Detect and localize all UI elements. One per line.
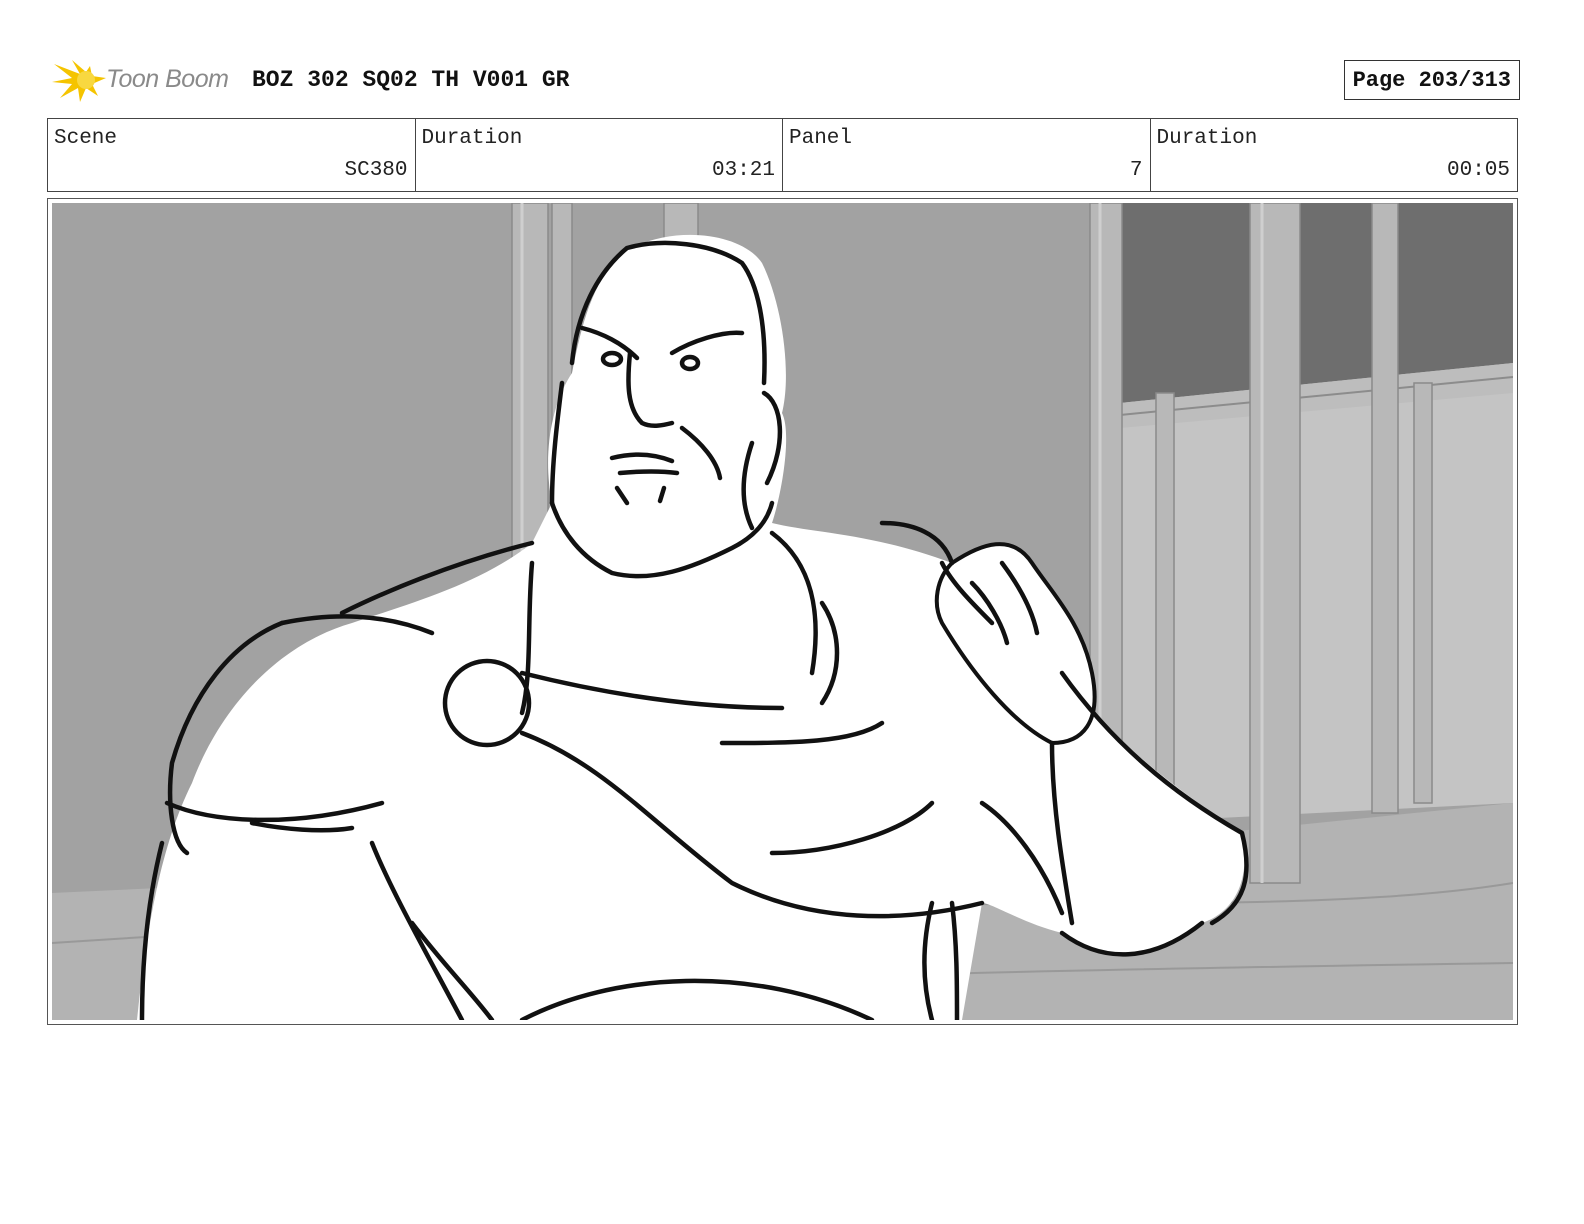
panel-duration-label: Duration: [1156, 127, 1258, 150]
scene-duration-value: 03:21: [711, 159, 775, 182]
scene-label: Scene: [54, 127, 118, 150]
panel-duration-cell: Duration 00:05: [1151, 119, 1518, 191]
scene-value: SC380: [344, 159, 408, 182]
storyboard-sketch: [52, 203, 1513, 1020]
scene-duration-label: Duration: [421, 127, 523, 150]
balcony-wall: [1120, 363, 1513, 823]
toon-boom-logo: Toon Boom: [50, 56, 246, 106]
panel-label: Panel: [789, 127, 853, 150]
starburst-icon: [52, 60, 106, 102]
page-header: Toon Boom BOZ 302 SQ02 TH V001 GR Page 2…: [48, 52, 1520, 108]
page-indicator: Page 203/313: [1343, 60, 1520, 100]
panel-duration-value: 00:05: [1446, 159, 1510, 182]
storyboard-frame: [52, 203, 1513, 1020]
scene-cell: Scene SC380: [48, 119, 416, 191]
panel-value: 7: [1129, 159, 1143, 182]
logo-text: Toon Boom: [106, 65, 229, 93]
scene-duration-cell: Duration 03:21: [416, 119, 783, 191]
storyboard-panel: [47, 198, 1518, 1025]
panel-cell: Panel 7: [783, 119, 1151, 191]
scene-info-table: Scene SC380 Duration 03:21 Panel 7 Durat…: [47, 118, 1518, 192]
document-title: BOZ 302 SQ02 TH V001 GR: [252, 67, 570, 93]
